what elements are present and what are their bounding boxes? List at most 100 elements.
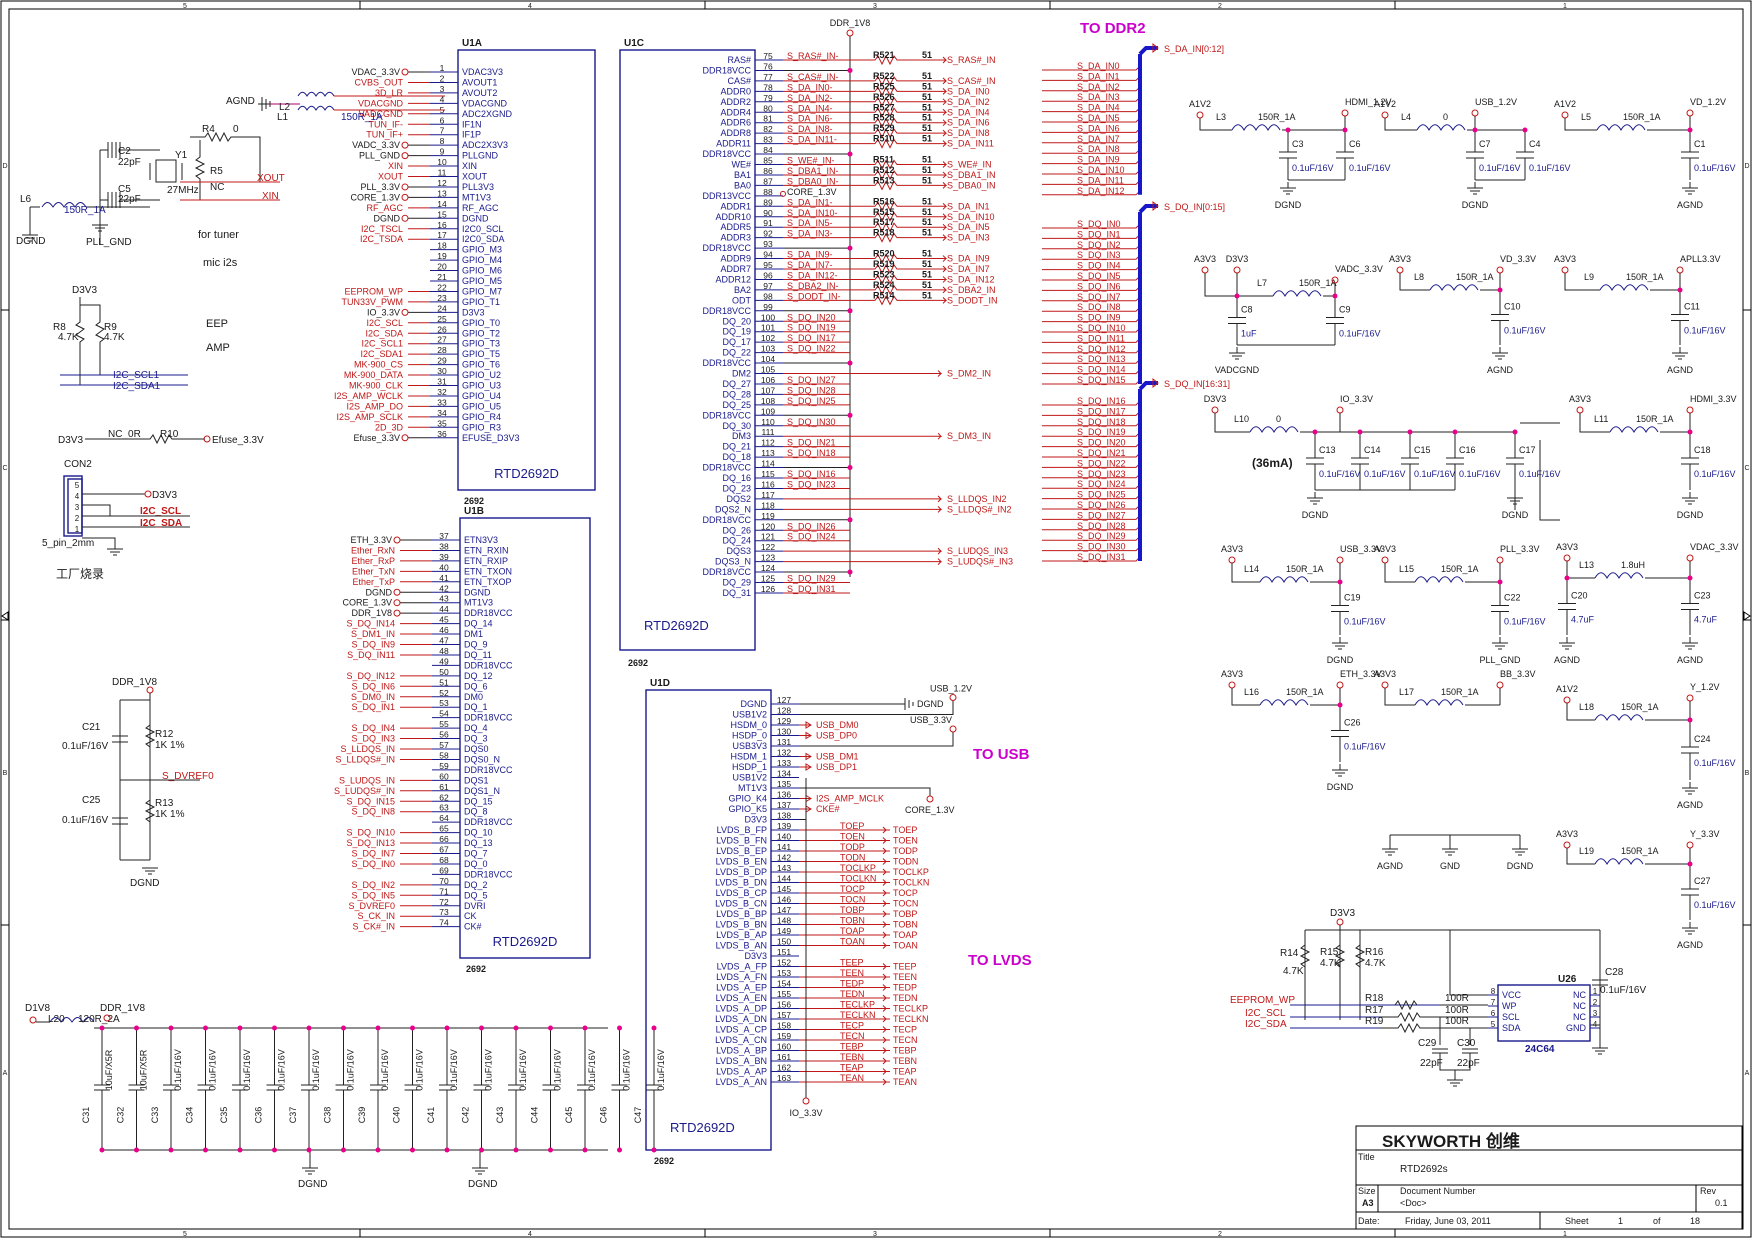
pin-name: DQ_2 <box>464 880 488 890</box>
title-label: Title <box>1358 1152 1375 1162</box>
inductor-coil <box>1596 124 1646 132</box>
port-arrow <box>880 921 888 928</box>
net-label-out: S_DA_IN4 <box>947 107 990 117</box>
junction <box>272 1147 277 1153</box>
chip-part: RTD2692D <box>644 618 709 633</box>
rev-value: 0.1 <box>1715 1198 1728 1208</box>
bus-net-label: S_DQ_IN31 <box>1077 552 1126 562</box>
pin-number: 140 <box>777 832 791 842</box>
power-net-label: A1V2 <box>1554 99 1576 109</box>
junction <box>1522 127 1528 133</box>
pin-name: DQ_20 <box>722 316 751 326</box>
bus-net-label: S_DQ_IN8 <box>1077 302 1121 312</box>
pin-name: IF1P <box>462 130 481 140</box>
cap-body <box>1681 432 1699 490</box>
net-label-out: S_DA_IN7 <box>947 264 990 274</box>
pin-name: DQ_6 <box>464 681 488 691</box>
pin-name: LVDS_B_AP <box>716 930 767 940</box>
resistor-value: 51 <box>922 249 932 259</box>
port-arrow <box>935 370 943 377</box>
of-label: of <box>1653 1216 1661 1226</box>
inductor-value: 150R_1A <box>1286 564 1324 574</box>
pin-number: 35 <box>437 418 447 428</box>
net-label: S_DM1_IN <box>351 629 395 639</box>
junction <box>548 1025 553 1031</box>
resistor-ref: R516 <box>873 196 895 206</box>
net-label-out: TODN <box>893 857 918 867</box>
inductor-ref: L17 <box>1399 687 1414 697</box>
junction <box>1677 287 1683 293</box>
r13-value: 1K 1% <box>155 809 185 820</box>
sheet-value: 1 <box>1618 1216 1623 1226</box>
net-label-out: TECLKP <box>893 1004 928 1014</box>
pin-number: 13 <box>437 188 447 198</box>
port-arrow <box>880 837 888 844</box>
port-arrow <box>880 963 888 970</box>
pin-name: NC <box>1573 990 1586 1000</box>
power-port <box>1496 556 1504 564</box>
r5-ref: R5 <box>210 166 223 177</box>
pin-name: PLLGND <box>462 151 499 161</box>
pin-number: 5 <box>1491 1020 1496 1029</box>
port-arrow <box>940 182 948 189</box>
pin-name: LVDS_A_EP <box>716 983 767 993</box>
inductor-ref: L5 <box>1581 112 1591 122</box>
pin-name: ETN_TXON <box>464 566 512 576</box>
net-label-out: S_DA_IN1 <box>947 201 990 211</box>
pin-name: DQ_28 <box>722 389 751 399</box>
net-label: TEBP <box>840 1042 864 1052</box>
pin-number: 38 <box>439 541 449 551</box>
pin-name: DDR18VCC <box>702 149 751 159</box>
resistor-value: 51 <box>922 50 932 60</box>
net-label: S_DQ_IN13 <box>346 838 395 848</box>
pin-name: LVDS_A_EN <box>716 993 767 1003</box>
power-port <box>1233 266 1241 274</box>
bus-net-label: S_DQ_IN18 <box>1077 417 1126 427</box>
pin-number: 81 <box>763 114 773 124</box>
r17-ref: R17 <box>1365 1005 1384 1016</box>
date-label: Date: <box>1358 1216 1380 1226</box>
power-port <box>1496 681 1504 689</box>
docnum-label: Document Number <box>1400 1186 1476 1196</box>
junction <box>582 1147 588 1153</box>
power-net-label: Y_3.3V <box>1690 829 1720 839</box>
bus-dq-lo: S_DQ_IN0S_DQ_IN1S_DQ_IN2S_DQ_IN3S_DQ_IN4… <box>1042 200 1225 385</box>
frame-col-top: 5 <box>183 3 187 10</box>
port-arrow <box>880 910 888 918</box>
pin-number: 9 <box>440 147 445 157</box>
bus-net-label: S_DA_IN9 <box>1077 155 1120 165</box>
port-arrow <box>880 1068 888 1075</box>
net-label-out: TEEN <box>893 972 917 982</box>
pin-number: 22 <box>437 282 447 292</box>
ground-label: GND <box>1440 861 1461 871</box>
junction <box>272 1025 277 1031</box>
pin-name: LVDS_A_BN <box>716 1056 767 1066</box>
junction <box>847 151 853 157</box>
c29-value: 22pF <box>1420 1058 1443 1069</box>
pin-name: ETN3V3 <box>464 535 498 545</box>
i2c-pullup-circuit: D3V3 R8 4.7K R9 4.7K I2C_SCL1 I2C_SDA1 D… <box>53 285 264 446</box>
pin-number: 71 <box>439 886 449 896</box>
junction <box>513 1025 519 1031</box>
r15-ref: R15 <box>1320 947 1339 958</box>
net-label: CORE_1.3V <box>342 598 392 608</box>
pin-number: 51 <box>439 677 449 687</box>
wire <box>1214 413 1516 440</box>
inductor-ref: L8 <box>1414 272 1424 282</box>
pin-number: 93 <box>763 239 773 249</box>
pin-name: HSDM_1 <box>730 752 767 762</box>
pin-number: 105 <box>761 365 775 375</box>
junction <box>847 412 853 418</box>
pin-number: 88 <box>763 187 773 197</box>
resistor-ref: R513 <box>873 175 895 185</box>
net-label: TOCLKP <box>840 863 876 873</box>
net-label: I2S_AMP_SCLK <box>336 412 403 422</box>
pin-name: DDR18VCC <box>464 869 513 879</box>
inductor-ref: L19 <box>1579 846 1594 856</box>
pin-name: ADDR0 <box>720 86 751 96</box>
bus-net-label: S_DA_IN1 <box>1077 71 1120 81</box>
frame-col-bottom: 2 <box>1218 1231 1222 1238</box>
pin-name: DQ_18 <box>722 452 751 462</box>
bus-net-label: S_DQ_IN3 <box>1077 250 1121 260</box>
pin-name: DQ_1 <box>464 702 488 712</box>
